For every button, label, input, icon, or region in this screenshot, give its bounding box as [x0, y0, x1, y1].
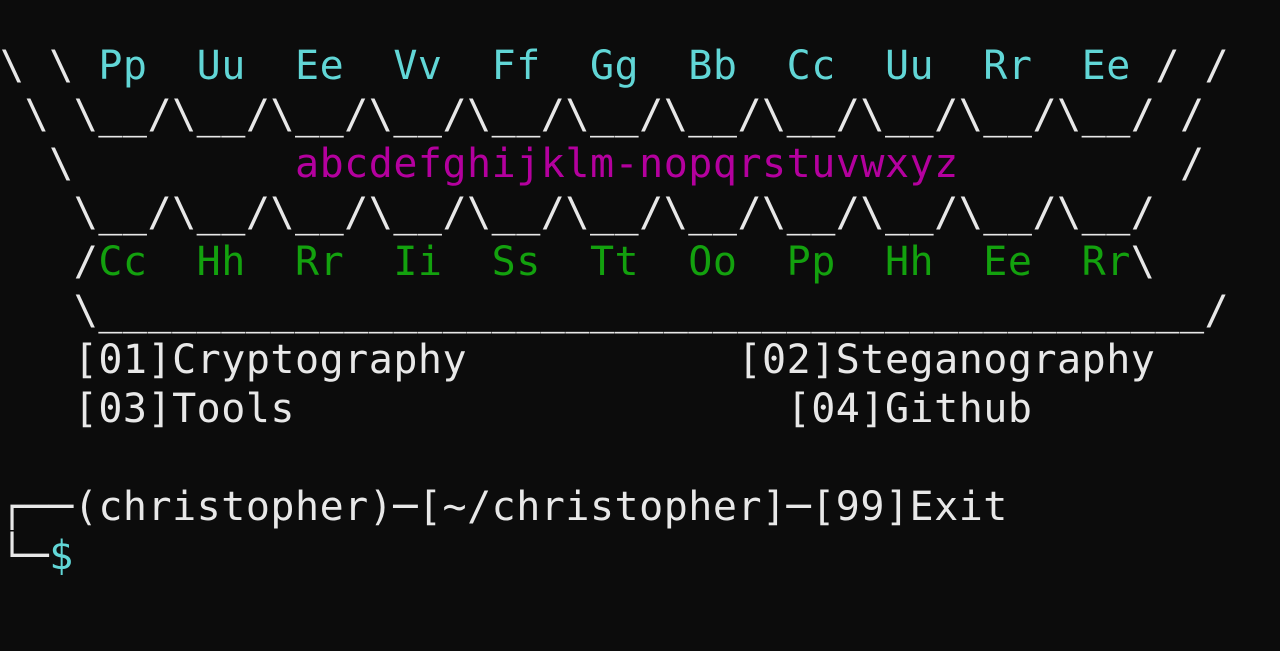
menu-row-1: [01]Cryptography [02]Steganography	[0, 336, 1280, 385]
banner-row-1-right: / /	[1130, 43, 1230, 89]
banner-row-1: \ \ Pp Uu Ee Vv Ff Gg Bb Cc Uu Rr Ee / /	[0, 42, 1280, 91]
banner-row-6: \_______________________________________…	[0, 288, 1230, 334]
menu-item-cryptography[interactable]: [01]Cryptography	[74, 337, 467, 383]
banner-row-2: \ \__/\__/\__/\__/\__/\__/\__/\__/\__/\_…	[0, 92, 1205, 138]
banner-row-5: /Cc Hh Rr Ii Ss Tt Oo Pp Hh Ee Rr\	[0, 238, 1280, 287]
banner-row-5-left: /	[0, 239, 99, 285]
prompt-box-top: ┌──	[0, 484, 74, 530]
banner-subtitle-letters: Cc Hh Rr Ii Ss Tt Oo Pp Hh Ee Rr	[98, 239, 1131, 285]
banner-row-3: \ abcdefghijklm-nopqrstuvwxyz /	[0, 140, 1280, 189]
banner-row-1-left: \ \	[0, 43, 99, 89]
menu-item-steganography[interactable]: [02]Steganography	[737, 337, 1155, 383]
banner-alphabet: abcdefghijklm-nopqrstuvwxyz	[294, 141, 959, 187]
menu-item-github[interactable]: [04]Github	[787, 386, 1033, 432]
menu-item-tools[interactable]: [03]Tools	[74, 386, 295, 432]
prompt-context: (christopher)─[~/christopher]─[99]Exit	[73, 484, 1008, 530]
terminal-window: \ \ Pp Uu Ee Vv Ff Gg Bb Cc Uu Rr Ee / /…	[0, 42, 1280, 581]
banner-row-4: \__/\__/\__/\__/\__/\__/\__/\__/\__/\__/…	[0, 190, 1156, 236]
banner-title-letters: Pp Uu Ee Vv Ff Gg Bb Cc Uu Rr Ee	[98, 43, 1131, 89]
banner-row-3-right: /	[958, 141, 1205, 187]
prompt-line-2[interactable]: └─$	[0, 532, 1280, 581]
banner-row-3-left: \	[0, 141, 295, 187]
prompt-dollar-symbol: $	[49, 533, 74, 579]
banner-row-5-right: \	[1130, 239, 1156, 285]
menu-row-2: [03]Tools [04]Github	[0, 385, 1280, 434]
prompt-box-bottom: └─	[0, 533, 50, 579]
prompt-line-1: ┌──(christopher)─[~/christopher]─[99]Exi…	[0, 483, 1280, 532]
